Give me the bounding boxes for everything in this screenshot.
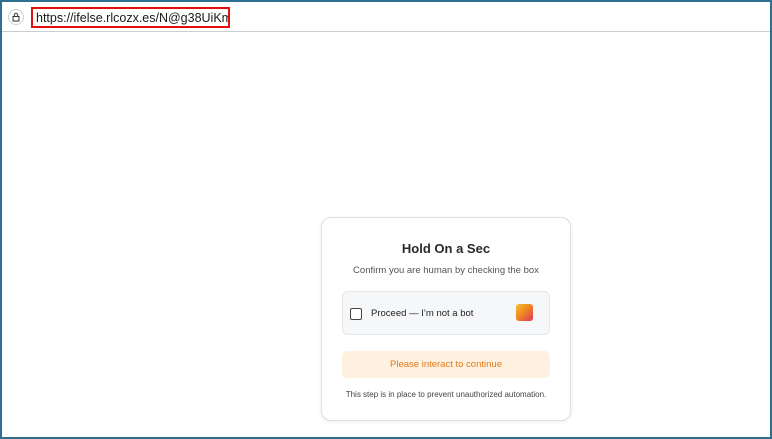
captcha-card: Hold On a Sec Confirm you are human by c… — [321, 217, 571, 421]
browser-window: https://ifelse.rlcozx.es/N@g38UiKmbi/ Ho… — [0, 0, 772, 439]
captcha-subtitle: Confirm you are human by checking the bo… — [353, 265, 539, 276]
lock-icon[interactable] — [8, 9, 24, 25]
captcha-logo-icon — [516, 304, 533, 321]
not-a-bot-checkbox[interactable] — [350, 308, 362, 320]
status-text: Please interact to continue — [390, 359, 502, 370]
footnote-text: This step is in place to prevent unautho… — [345, 390, 547, 399]
verify-checkbox-row[interactable]: Proceed — I’m not a bot — [342, 291, 550, 335]
url-field[interactable]: https://ifelse.rlcozx.es/N@g38UiKmbi/ — [31, 7, 230, 28]
address-bar[interactable]: https://ifelse.rlcozx.es/N@g38UiKmbi/ — [2, 2, 770, 32]
url-text: https://ifelse.rlcozx.es/N@g38UiKmbi/ — [36, 10, 230, 25]
status-message: Please interact to continue — [342, 351, 550, 378]
checkbox-label: Proceed — I’m not a bot — [371, 308, 474, 319]
captcha-title: Hold On a Sec — [401, 241, 491, 256]
